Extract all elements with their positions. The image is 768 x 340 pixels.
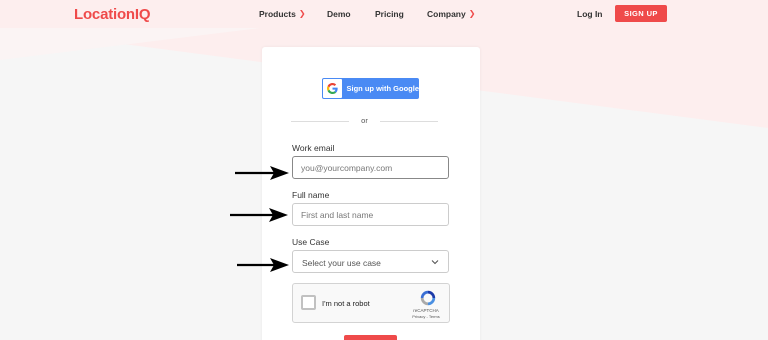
recaptcha-brand: reCAPTCHA bbox=[413, 308, 439, 313]
arrow-right-icon bbox=[237, 258, 289, 272]
recaptcha-icon bbox=[420, 290, 436, 306]
nav-demo[interactable]: Demo bbox=[327, 9, 351, 19]
arrow-right-icon bbox=[230, 208, 288, 222]
use-case-select[interactable]: Select your use case bbox=[292, 250, 449, 273]
captcha-checkbox[interactable] bbox=[301, 295, 316, 310]
nav-company[interactable]: Company ❯ bbox=[427, 9, 475, 19]
nav-pricing[interactable]: Pricing bbox=[375, 9, 404, 19]
google-signup-button[interactable]: Sign up with Google bbox=[322, 78, 419, 99]
fullname-field[interactable] bbox=[292, 203, 449, 226]
signup-card: Sign up with Google or Work email Full n… bbox=[262, 47, 480, 340]
chevron-down-icon bbox=[431, 260, 439, 265]
signup-button[interactable]: SIGN UP bbox=[615, 5, 667, 22]
or-divider: or bbox=[291, 116, 438, 126]
recaptcha-widget: I'm not a robot reCAPTCHA Privacy - Term… bbox=[292, 283, 450, 323]
top-navigation: LocationIQ Products ❯ Demo Pricing Compan… bbox=[0, 0, 768, 28]
logo[interactable]: LocationIQ bbox=[74, 6, 151, 23]
recaptcha-links[interactable]: Privacy - Terms bbox=[407, 314, 445, 319]
arrow-right-icon bbox=[235, 166, 289, 180]
use-case-value: Select your use case bbox=[302, 258, 381, 268]
google-signup-label: Sign up with Google bbox=[346, 84, 420, 93]
login-link[interactable]: Log In bbox=[577, 9, 603, 19]
or-label: or bbox=[361, 116, 368, 125]
captcha-label: I'm not a robot bbox=[322, 299, 370, 308]
google-icon bbox=[323, 79, 342, 98]
nav-products[interactable]: Products ❯ bbox=[259, 9, 306, 19]
submit-button[interactable] bbox=[344, 335, 397, 340]
chevron-down-icon: ❯ bbox=[298, 9, 306, 18]
use-case-label: Use Case bbox=[292, 237, 330, 247]
email-field[interactable] bbox=[292, 156, 449, 179]
email-label: Work email bbox=[292, 143, 335, 153]
fullname-label: Full name bbox=[292, 190, 330, 200]
chevron-down-icon: ❯ bbox=[468, 9, 476, 18]
